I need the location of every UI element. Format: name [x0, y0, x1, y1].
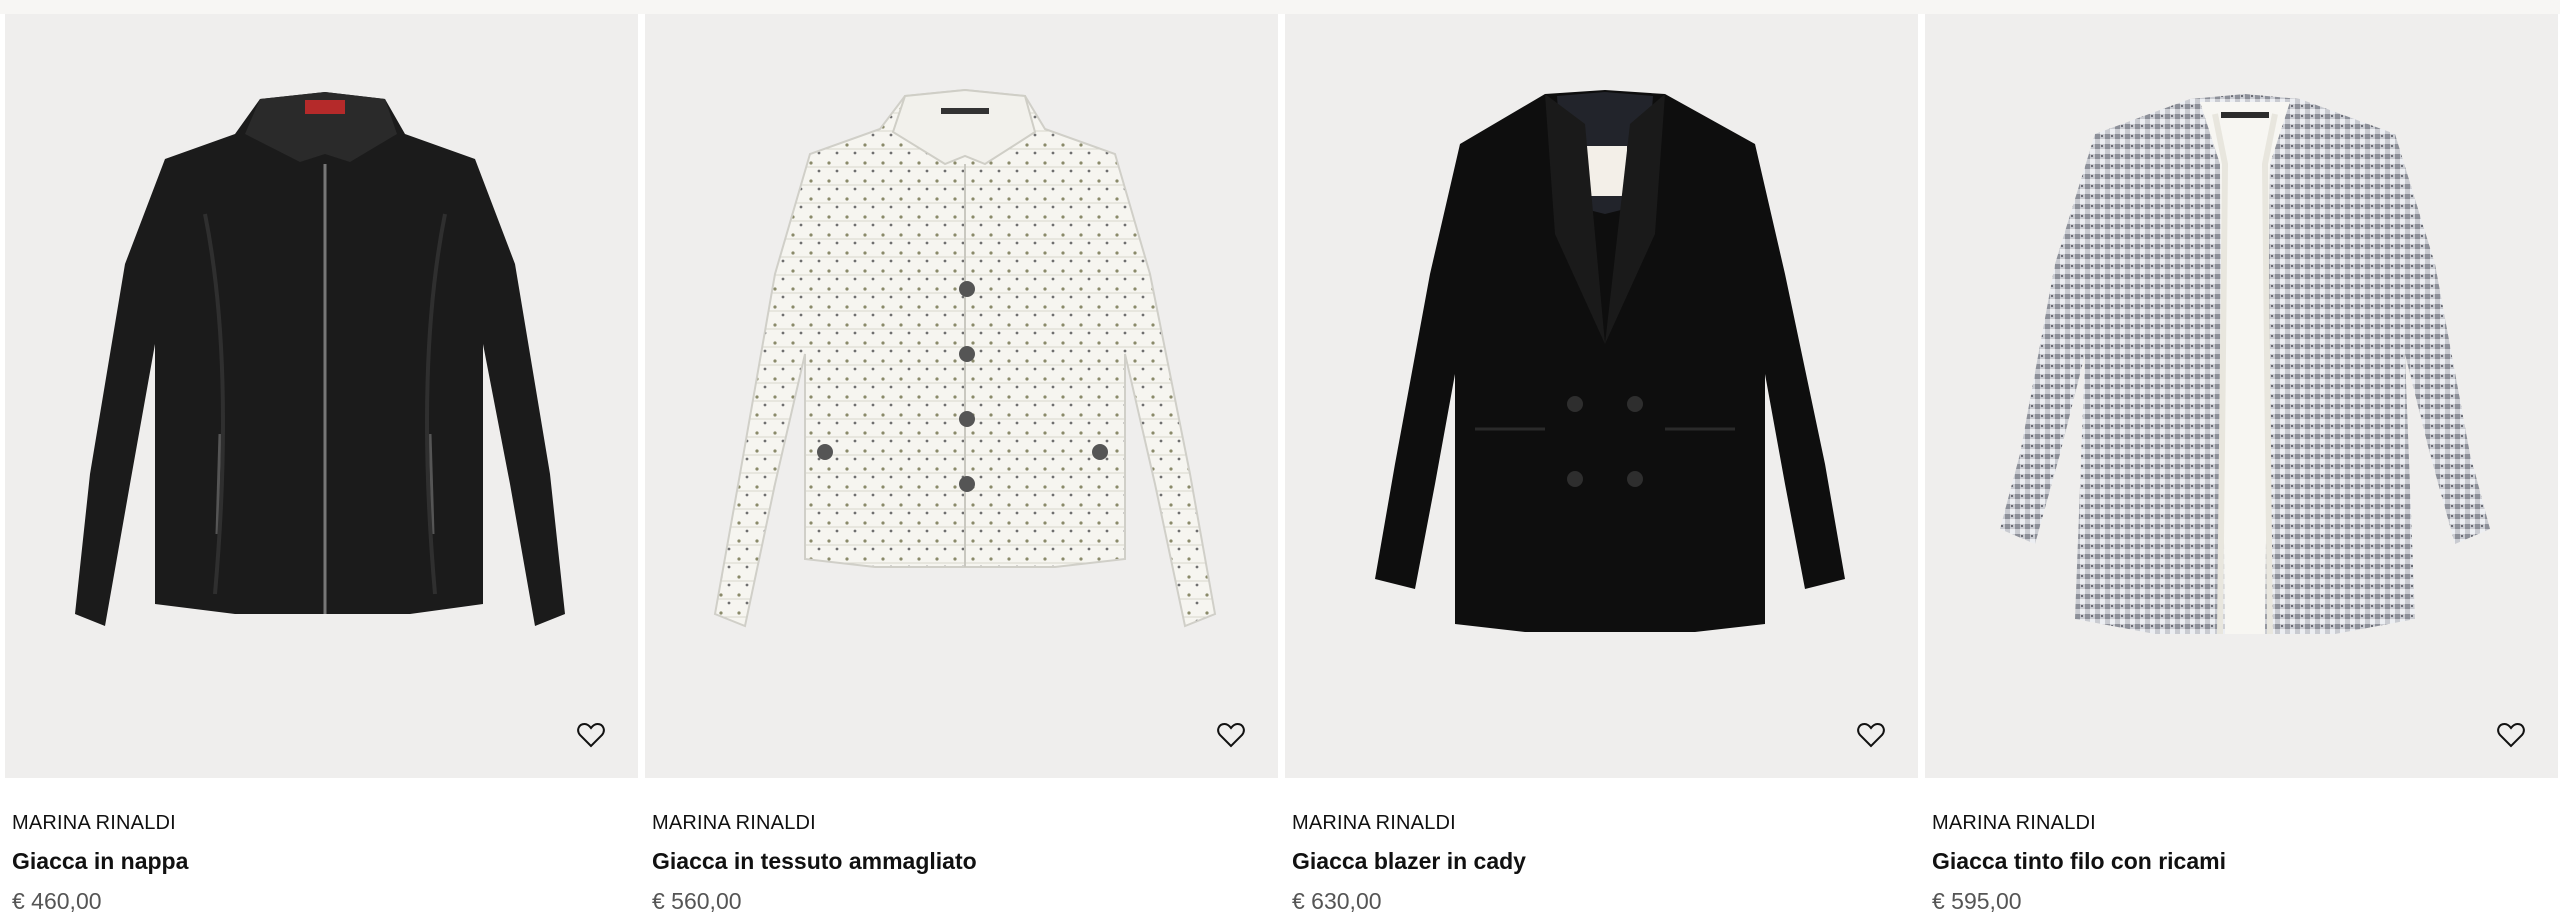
white-boucle-jacket-image [713, 88, 1217, 628]
product-name[interactable]: Giacca in nappa [12, 848, 188, 875]
product-image[interactable] [5, 14, 638, 778]
heart-outline-icon [577, 722, 605, 748]
product-name[interactable]: Giacca in tessuto ammagliato [652, 848, 977, 875]
product-card[interactable]: MARINA RINALDI Giacca tinto filo con ric… [1925, 14, 2558, 916]
product-price: € 560,00 [652, 888, 742, 914]
product-name[interactable]: Giacca blazer in cady [1292, 848, 1526, 875]
heart-outline-icon [1217, 722, 1245, 748]
top-strip [0, 0, 2560, 14]
black-leather-jacket-image [75, 92, 565, 626]
product-price: € 630,00 [1292, 888, 1382, 914]
favorite-button[interactable] [577, 722, 617, 762]
heart-outline-icon [1857, 722, 1885, 748]
product-image[interactable] [1285, 14, 1918, 778]
product-image[interactable] [645, 14, 1278, 778]
product-price: € 460,00 [12, 888, 102, 914]
product-brand: MARINA RINALDI [652, 812, 816, 834]
product-brand: MARINA RINALDI [12, 812, 176, 834]
black-double-breasted-blazer-image [1375, 90, 1845, 632]
product-brand: MARINA RINALDI [1932, 812, 2096, 834]
product-card[interactable]: MARINA RINALDI Giacca blazer in cady € 6… [1285, 14, 1918, 916]
product-card[interactable]: MARINA RINALDI Giacca in nappa € 460,00 [5, 14, 638, 916]
favorite-button[interactable] [1857, 722, 1897, 762]
product-image[interactable] [1925, 14, 2558, 778]
heart-outline-icon [2497, 722, 2525, 748]
grey-tweed-jacket-image [2000, 94, 2490, 635]
product-brand: MARINA RINALDI [1292, 812, 1456, 834]
favorite-button[interactable] [2497, 722, 2537, 762]
product-card[interactable]: MARINA RINALDI Giacca in tessuto ammagli… [645, 14, 1278, 916]
favorite-button[interactable] [1217, 722, 1257, 762]
product-grid: MARINA RINALDI Giacca in nappa € 460,00 [5, 14, 2560, 916]
product-name[interactable]: Giacca tinto filo con ricami [1932, 848, 2226, 875]
product-price: € 595,00 [1932, 888, 2022, 914]
